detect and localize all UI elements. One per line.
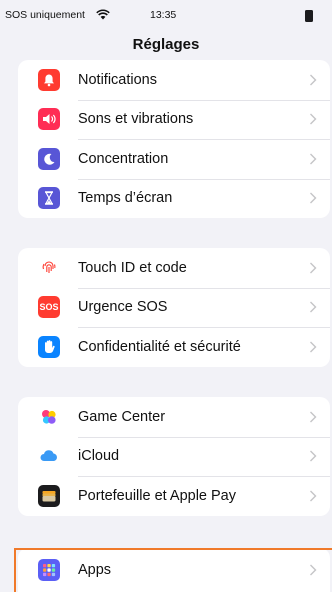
wifi-icon — [96, 9, 110, 20]
chevron-right-icon — [310, 411, 317, 423]
settings-row-emergency-sos[interactable]: SOS Urgence SOS — [18, 287, 330, 328]
settings-group-accounts: Game Center iCloud Portefeuille et Apple… — [18, 397, 330, 516]
settings-row-label: Sons et vibrations — [78, 111, 194, 128]
settings-row-label: Concentration — [78, 150, 169, 167]
settings-row-screen-time[interactable]: Temps d’écran — [18, 178, 330, 219]
chevron-right-icon — [310, 192, 317, 204]
settings-row-label: Touch ID et code — [78, 259, 187, 276]
chevron-right-icon — [310, 262, 317, 274]
chevron-right-icon — [310, 490, 317, 502]
hand-icon — [38, 335, 60, 358]
chevron-right-icon — [310, 301, 317, 313]
sos-icon: SOS — [38, 296, 60, 319]
chevron-right-icon — [310, 450, 317, 462]
speaker-icon — [38, 108, 60, 131]
carrier-label: SOS uniquement — [5, 9, 85, 21]
page-title: Réglages — [132, 36, 200, 53]
settings-row-label: Notifications — [78, 71, 157, 88]
chevron-right-icon — [310, 113, 317, 125]
settings-row-label: Portefeuille et Apple Pay — [78, 487, 236, 504]
wallet-icon — [38, 484, 60, 507]
settings-row-game-center[interactable]: Game Center — [18, 397, 330, 437]
settings-row-wallet[interactable]: Portefeuille et Apple Pay — [18, 476, 330, 516]
hourglass-icon — [38, 187, 60, 210]
battery-icon — [305, 10, 313, 22]
moon-icon — [38, 147, 60, 170]
settings-row-notifications[interactable]: Notifications — [18, 60, 330, 100]
settings-row-touch-id[interactable]: Touch ID et code — [18, 248, 330, 288]
settings-row-label: Urgence SOS — [78, 299, 168, 316]
settings-row-focus[interactable]: Concentration — [18, 139, 330, 179]
chevron-right-icon — [310, 74, 317, 86]
selection-highlight — [14, 548, 332, 592]
sos-icon-text: SOS — [39, 301, 59, 312]
status-bar: SOS uniquement 13:35 — [0, 0, 332, 30]
cloud-icon — [38, 445, 60, 468]
settings-row-privacy[interactable]: Confidentialité et sécurité — [18, 327, 330, 367]
settings-row-icloud[interactable]: iCloud — [18, 436, 330, 477]
settings-row-label: iCloud — [78, 448, 120, 465]
chevron-right-icon — [310, 341, 317, 353]
settings-group-security: Touch ID et code SOS Urgence SOS Confide… — [18, 248, 330, 367]
settings-row-sounds[interactable]: Sons et vibrations — [18, 99, 330, 140]
fingerprint-icon — [38, 256, 60, 279]
settings-row-label: Temps d’écran — [78, 190, 173, 207]
settings-group-general: Notifications Sons et vibrations Concent… — [18, 60, 330, 218]
game-center-icon — [38, 405, 60, 428]
bell-icon — [38, 68, 60, 91]
chevron-right-icon — [310, 153, 317, 165]
clock-time: 13:35 — [150, 9, 177, 21]
settings-row-label: Game Center — [78, 408, 166, 425]
settings-row-label: Confidentialité et sécurité — [78, 338, 241, 355]
